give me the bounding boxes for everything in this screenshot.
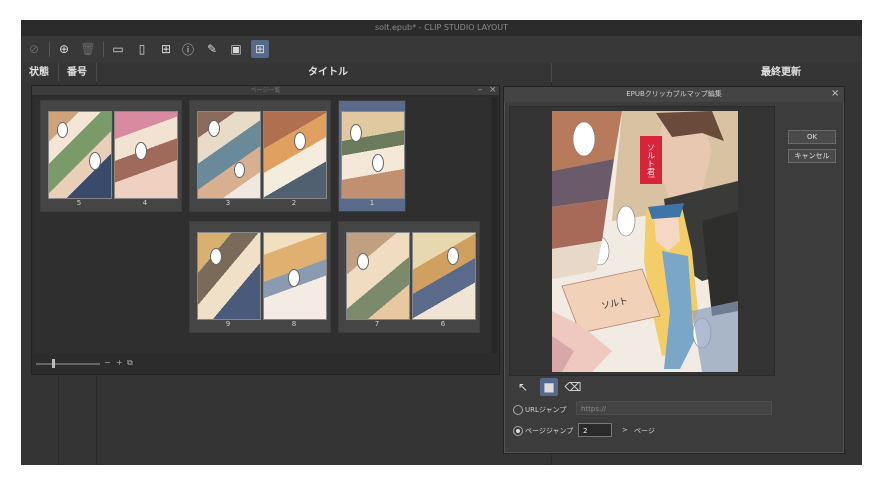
url-input[interactable]: https:// bbox=[576, 401, 772, 415]
page-thumb-5[interactable] bbox=[48, 111, 112, 199]
page-number-1: 1 bbox=[369, 199, 375, 207]
page-number-8: 8 bbox=[291, 320, 297, 328]
trash-icon[interactable]: 🗑 bbox=[79, 40, 97, 58]
preview-art: ソルト君! ソルト bbox=[552, 111, 738, 372]
column-status[interactable]: 状態 bbox=[29, 63, 49, 82]
info-icon[interactable]: ⓘ bbox=[179, 40, 197, 58]
red-label-text: ソルト君! bbox=[647, 143, 656, 178]
page-number-5: 5 bbox=[76, 199, 82, 207]
page-jump-radio[interactable] bbox=[513, 426, 523, 436]
close-icon[interactable]: × bbox=[489, 85, 497, 95]
page-number-7: 7 bbox=[374, 320, 380, 328]
column-number[interactable]: 番号 bbox=[67, 63, 87, 82]
zoom-icon[interactable]: ⊘ bbox=[25, 40, 43, 58]
image-icon[interactable]: ▣ bbox=[227, 40, 245, 58]
page-arrow: > bbox=[622, 426, 628, 434]
page-thumb-6[interactable] bbox=[412, 232, 476, 320]
page-thumb-9[interactable] bbox=[197, 232, 261, 320]
single-page-icon[interactable]: ▯ bbox=[133, 40, 151, 58]
page-list-panel: ページ一覧 – × 5 4 3 2 1 9 8 7 6 − + ⧉ bbox=[31, 85, 500, 375]
column-title[interactable]: タイトル bbox=[308, 63, 348, 82]
zoom-slider-knob[interactable] bbox=[52, 359, 55, 368]
page-number-2: 2 bbox=[291, 199, 297, 207]
spread-3-2[interactable]: 3 2 bbox=[189, 100, 331, 212]
clickable-map-dialog: EPUBクリッカブルマップ編集 × ソルト君! ソルト OK キャンセル ↖ ■… bbox=[503, 86, 845, 454]
ok-button[interactable]: OK bbox=[788, 130, 836, 144]
page-number-9: 9 bbox=[225, 320, 231, 328]
zoom-in-button[interactable]: + bbox=[116, 358, 123, 367]
add-icon[interactable]: ⊕ bbox=[55, 40, 73, 58]
manga-page-illustration: ソルト君! ソルト bbox=[552, 111, 738, 372]
page-preview[interactable]: ソルト君! ソルト bbox=[509, 106, 775, 376]
column-header: 状態 番号 タイトル 最終更新 bbox=[21, 63, 862, 83]
spread-9-8[interactable]: 9 8 bbox=[189, 221, 331, 333]
page-panel-footer: − + ⧉ bbox=[32, 356, 499, 372]
window-title: solt.epub* - CLIP STUDIO LAYOUT bbox=[21, 20, 862, 36]
page-thumb-3[interactable] bbox=[197, 111, 261, 199]
spread-1[interactable]: 1 bbox=[338, 100, 406, 212]
pen-icon[interactable]: ✎ bbox=[203, 40, 221, 58]
zoom-slider[interactable] bbox=[36, 363, 100, 365]
page-list-scrollbar[interactable] bbox=[492, 97, 498, 353]
page-panel-title: ページ一覧 bbox=[32, 86, 499, 95]
page-jump-label: ページジャンプ bbox=[525, 427, 574, 435]
page-thumb-2[interactable] bbox=[263, 111, 327, 199]
page-number-3: 3 bbox=[225, 199, 231, 207]
fit-icon[interactable]: ⧉ bbox=[127, 358, 133, 368]
grid-view-icon[interactable]: ⊞ bbox=[251, 40, 269, 58]
minimize-icon[interactable]: – bbox=[478, 85, 483, 95]
page-view-icon[interactable]: ▭ bbox=[109, 40, 127, 58]
column-updated[interactable]: 最終更新 bbox=[761, 63, 801, 82]
page-thumb-1[interactable] bbox=[341, 111, 405, 199]
layout-icon[interactable]: ⊞ bbox=[157, 40, 175, 58]
spread-5-4[interactable]: 5 4 bbox=[40, 100, 182, 212]
page-number-4: 4 bbox=[142, 199, 148, 207]
page-thumb-4[interactable] bbox=[114, 111, 178, 199]
spread-7-6[interactable]: 7 6 bbox=[338, 221, 480, 333]
page-thumb-8[interactable] bbox=[263, 232, 327, 320]
dialog-close-icon[interactable]: × bbox=[831, 88, 839, 99]
page-suffix: ページ bbox=[634, 427, 655, 435]
page-number-6: 6 bbox=[440, 320, 446, 328]
select-arrow-icon[interactable]: ↖ bbox=[514, 378, 532, 396]
app-window: solt.epub* - CLIP STUDIO LAYOUT ⊘ ⊕ 🗑 ▭ … bbox=[21, 20, 862, 465]
page-thumb-7[interactable] bbox=[346, 232, 410, 320]
zoom-out-button[interactable]: − bbox=[104, 358, 111, 367]
main-toolbar: ⊘ ⊕ 🗑 ▭ ▯ ⊞ ⓘ ✎ ▣ ⊞ bbox=[21, 36, 862, 64]
cancel-button[interactable]: キャンセル bbox=[788, 149, 836, 163]
url-jump-radio[interactable] bbox=[513, 405, 523, 415]
url-jump-label: URLジャンプ bbox=[525, 406, 567, 414]
dialog-title: EPUBクリッカブルマップ編集 bbox=[504, 87, 844, 102]
page-grid: 5 4 3 2 1 9 8 7 6 bbox=[34, 97, 489, 353]
rectangle-tool-icon[interactable]: ■ bbox=[540, 378, 558, 396]
eraser-icon[interactable]: ⌫ bbox=[564, 378, 582, 396]
page-number-input[interactable]: 2 bbox=[578, 423, 612, 437]
